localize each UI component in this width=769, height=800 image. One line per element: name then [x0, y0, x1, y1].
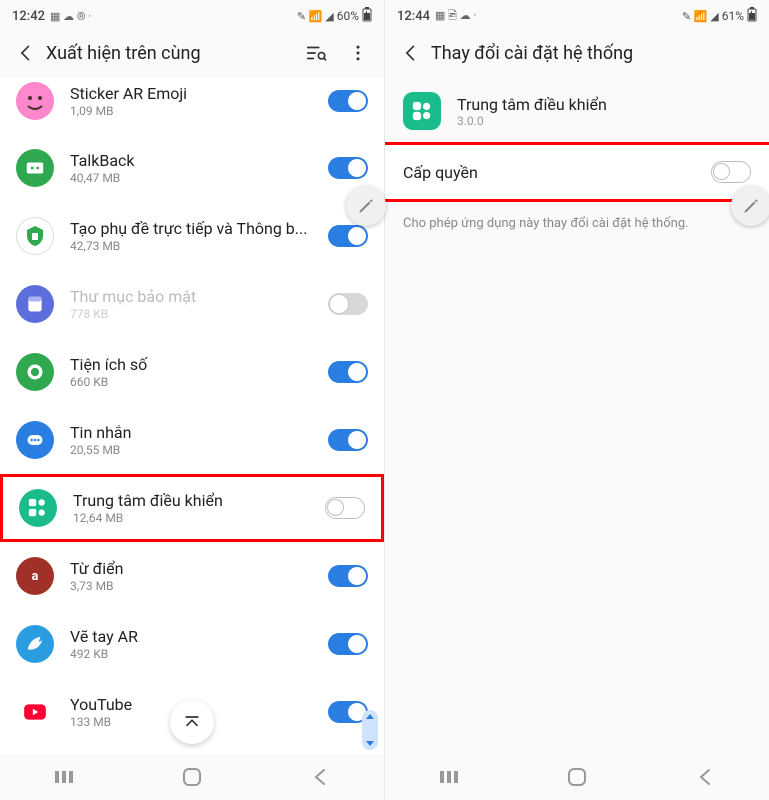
- app-size: 778 KB: [70, 307, 328, 321]
- app-version: 3.0.0: [457, 114, 607, 128]
- app-row[interactable]: Tin nhắn 20,55 MB: [0, 406, 384, 474]
- app-size: 42,73 MB: [70, 239, 328, 253]
- page-title: Thay đổi cài đặt hệ thống: [431, 43, 763, 64]
- app-toggle[interactable]: [325, 497, 365, 519]
- more-icon[interactable]: [338, 33, 378, 73]
- page-header: Xuất hiện trên cùng: [0, 28, 384, 78]
- scroll-indicator[interactable]: [362, 710, 378, 750]
- app-icon: [16, 149, 54, 187]
- permission-label: Cấp quyền: [403, 163, 478, 182]
- nav-bar: [0, 754, 384, 800]
- app-name: Thư mục bảo mật: [70, 287, 328, 306]
- app-icon: a: [16, 557, 54, 595]
- app-toggle[interactable]: [328, 293, 368, 315]
- app-icon: [16, 421, 54, 459]
- app-list[interactable]: Sticker AR Emoji 1,09 MB TalkBack 40,47 …: [0, 78, 384, 754]
- empty-area: [385, 245, 769, 754]
- app-icon: [16, 625, 54, 663]
- nav-home[interactable]: [547, 757, 607, 797]
- nav-back[interactable]: [290, 757, 350, 797]
- app-icon: [16, 285, 54, 323]
- app-row[interactable]: Vẽ tay AR 492 KB: [0, 610, 384, 678]
- nav-back[interactable]: [675, 757, 735, 797]
- nav-bar: [385, 754, 769, 800]
- permission-row[interactable]: Cấp quyền: [385, 142, 769, 202]
- status-battery: 60%: [337, 9, 359, 23]
- status-time: 12:42: [12, 9, 45, 24]
- app-row[interactable]: Sticker AR Emoji 1,09 MB: [0, 78, 384, 134]
- phone-left: 12:42 ▦ ☁ ® · ✎ 📶 ◢ 60% Xuất hiện trên c…: [0, 0, 384, 800]
- app-toggle[interactable]: [328, 633, 368, 655]
- app-icon: [16, 353, 54, 391]
- page-title: Xuất hiện trên cùng: [46, 43, 296, 64]
- app-name: Tiện ích số: [70, 355, 328, 374]
- status-bar: 12:42 ▦ ☁ ® · ✎ 📶 ◢ 60%: [0, 0, 384, 28]
- nav-home[interactable]: [162, 757, 222, 797]
- status-notif-icons: ▦ 🖻 ☁ ·: [435, 7, 476, 26]
- app-row[interactable]: TalkBack 40,47 MB: [0, 134, 384, 202]
- app-icon: [16, 82, 54, 120]
- status-battery: 61%: [722, 9, 744, 23]
- app-name: Vẽ tay AR: [70, 627, 328, 646]
- app-name: Tạo phụ đề trực tiếp và Thông b...: [70, 219, 328, 238]
- app-name: Sticker AR Emoji: [70, 84, 328, 103]
- permission-description: Cho phép ứng dụng này thay đổi cài đặt h…: [385, 202, 769, 245]
- app-toggle[interactable]: [328, 225, 368, 247]
- app-size: 492 KB: [70, 647, 328, 661]
- app-row[interactable]: Tiện ích số 660 KB: [0, 338, 384, 406]
- app-toggle[interactable]: [328, 429, 368, 451]
- app-size: 1,09 MB: [70, 104, 328, 118]
- status-sys-icons: ✎ 📶 ◢: [297, 10, 334, 23]
- app-row[interactable]: Trung tâm điều khiển 12,64 MB: [0, 474, 384, 542]
- app-size: 40,47 MB: [70, 171, 328, 185]
- app-size: 20,55 MB: [70, 443, 328, 457]
- app-row[interactable]: YouTube Mus 59,22 MB: [0, 746, 384, 754]
- app-info-header: Trung tâm điều khiển 3.0.0: [385, 78, 769, 142]
- edit-fab[interactable]: [346, 186, 386, 226]
- battery-icon: [362, 7, 372, 25]
- nav-recents[interactable]: [34, 757, 94, 797]
- svg-text:a: a: [32, 569, 39, 584]
- scroll-top-fab[interactable]: [170, 700, 214, 744]
- status-time: 12:44: [397, 9, 430, 24]
- app-size: 660 KB: [70, 375, 328, 389]
- app-icon: [403, 92, 441, 130]
- app-size: 3,73 MB: [70, 579, 328, 593]
- filter-search-icon[interactable]: [296, 33, 336, 73]
- app-toggle[interactable]: [328, 90, 368, 112]
- app-toggle[interactable]: [328, 565, 368, 587]
- page-header: Thay đổi cài đặt hệ thống: [385, 28, 769, 78]
- app-name: Từ điển: [70, 559, 328, 578]
- app-name: Trung tâm điều khiển: [73, 491, 325, 510]
- app-name: Tin nhắn: [70, 423, 328, 442]
- permission-toggle[interactable]: [711, 161, 751, 183]
- app-icon: [16, 217, 54, 255]
- status-bar: 12:44 ▦ 🖻 ☁ · ✎ 📶 ◢ 61%: [385, 0, 769, 28]
- nav-recents[interactable]: [419, 757, 479, 797]
- status-notif-icons: ▦ ☁ ® ·: [50, 10, 91, 23]
- app-size: 12,64 MB: [73, 511, 325, 525]
- app-toggle[interactable]: [328, 361, 368, 383]
- back-button[interactable]: [6, 33, 46, 73]
- app-name: Trung tâm điều khiển: [457, 95, 607, 114]
- back-button[interactable]: [391, 33, 431, 73]
- app-row[interactable]: Tạo phụ đề trực tiếp và Thông b... 42,73…: [0, 202, 384, 270]
- phone-right: 12:44 ▦ 🖻 ☁ · ✎ 📶 ◢ 61% Thay đổi cài đặt…: [385, 0, 769, 800]
- edit-fab[interactable]: [731, 186, 769, 226]
- app-row[interactable]: Thư mục bảo mật 778 KB: [0, 270, 384, 338]
- app-icon: [19, 489, 57, 527]
- app-name: TalkBack: [70, 151, 328, 170]
- app-row[interactable]: a Từ điển 3,73 MB: [0, 542, 384, 610]
- battery-icon: [747, 7, 757, 25]
- status-sys-icons: ✎ 📶 ◢: [682, 10, 719, 23]
- app-icon: [16, 693, 54, 731]
- app-toggle[interactable]: [328, 157, 368, 179]
